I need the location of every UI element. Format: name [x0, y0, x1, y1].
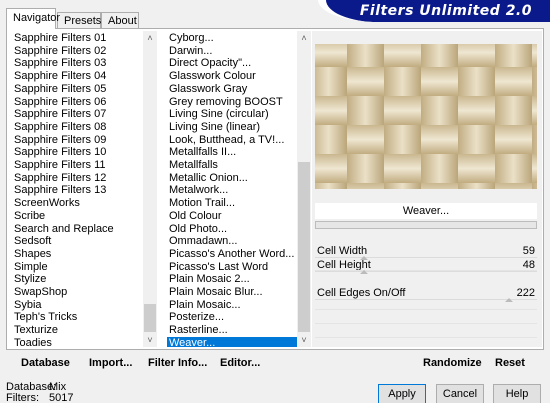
tab-about[interactable]: About [101, 12, 139, 28]
woven-texture-preview [315, 44, 537, 189]
filter-list[interactable]: Cyborg... Darwin... Direct Opacity"... Glas… [167, 31, 297, 347]
slider-marker-icon[interactable] [360, 270, 368, 274]
categories-item[interactable]: Simple [12, 261, 143, 274]
tab-bar: Navigator Presets About [6, 8, 306, 29]
categories-item[interactable]: Sapphire Filters 05 [12, 83, 143, 96]
categories-item[interactable]: Sapphire Filters 12 [12, 172, 143, 185]
filters-item[interactable]: Picasso's Last Word [167, 261, 297, 274]
filters-item[interactable]: Plain Mosaic... [167, 299, 297, 312]
import-button[interactable]: Import... [89, 357, 132, 369]
preview-image [315, 44, 537, 189]
filters-item[interactable]: Plain Mosaic Blur... [167, 286, 297, 299]
filter-scroll-thumb[interactable] [298, 162, 310, 332]
param-cell-width[interactable]: Cell Width 59 [315, 244, 537, 258]
param-value: 59 [522, 245, 535, 257]
param-label: Cell Edges On/Off [317, 287, 406, 299]
filters-item[interactable]: Old Photo... [167, 223, 297, 236]
filters-item[interactable]: Cyborg... [167, 32, 297, 45]
database-button[interactable]: Database [21, 357, 70, 369]
param-cell-edges[interactable]: Cell Edges On/Off 222 [315, 286, 537, 300]
slider-marker-icon[interactable] [360, 256, 368, 260]
categories-item[interactable]: Sedsoft [12, 235, 143, 248]
categories-item[interactable]: SwapShop [12, 286, 143, 299]
categories-item[interactable]: Search and Replace [12, 223, 143, 236]
filters-item[interactable]: Look, Butthead, a TV!... [167, 134, 297, 147]
categories-item[interactable]: Sapphire Filters 13 [12, 184, 143, 197]
categories-item[interactable]: Sapphire Filters 06 [12, 96, 143, 109]
categories-item[interactable]: Texturize [12, 324, 143, 337]
param-value: 222 [516, 287, 535, 299]
categories-item[interactable]: Teph's Tricks [12, 311, 143, 324]
filter-info-button[interactable]: Filter Info... [148, 357, 207, 369]
filters-item[interactable]: Glasswork Gray [167, 83, 297, 96]
scroll-down-icon[interactable]: ˅ [297, 333, 311, 347]
categories-item[interactable]: Sapphire Filters 01 [12, 32, 143, 45]
param-divider [315, 270, 537, 271]
categories-item[interactable]: Sapphire Filters 03 [12, 57, 143, 70]
category-list-scrollbar[interactable]: ˄ ˅ [143, 31, 157, 347]
filters-item[interactable]: Metallic Onion... [167, 172, 297, 185]
filters-item[interactable]: Metallfalls [167, 159, 297, 172]
status-filters-value: 5017 [49, 392, 74, 403]
editor-button[interactable]: Editor... [220, 357, 260, 369]
filters-item[interactable]: Old Colour [167, 210, 297, 223]
scroll-up-icon[interactable]: ˄ [297, 31, 311, 45]
selected-filter-title: Weaver... [315, 203, 537, 219]
categories-item[interactable]: ScreenWorks [12, 197, 143, 210]
filters-item[interactable]: Glasswork Colour [167, 70, 297, 83]
scroll-down-icon[interactable]: ˅ [143, 333, 157, 347]
filters-item[interactable]: Posterize... [167, 311, 297, 324]
category-scroll-thumb[interactable] [144, 304, 156, 332]
tab-presets[interactable]: Presets [57, 12, 101, 28]
param-divider [315, 309, 537, 310]
progress-bar [315, 221, 537, 229]
product-logo-banner: Filters Unlimited 2.0 [318, 0, 550, 22]
filters-item[interactable]: Rasterline... [167, 324, 297, 337]
filters-item[interactable]: Metallfalls II... [167, 146, 297, 159]
filter-list-scrollbar[interactable]: ˄ ˅ [297, 31, 311, 347]
scroll-up-icon[interactable]: ˄ [143, 31, 157, 45]
filters-item[interactable]: Grey removing BOOST [167, 96, 297, 109]
filters-item[interactable]: Weaver... [167, 336, 297, 347]
categories-item[interactable]: Sapphire Filters 10 [12, 146, 143, 159]
cancel-button[interactable]: Cancel [436, 384, 484, 403]
filters-item[interactable]: Metalwork... [167, 184, 297, 197]
categories-item[interactable]: Scribe [12, 210, 143, 223]
categories-item[interactable]: Sapphire Filters 11 [12, 159, 143, 172]
categories-item[interactable]: Sybia [12, 299, 143, 312]
categories-item[interactable]: Stylize [12, 273, 143, 286]
categories-item[interactable]: Sapphire Filters 09 [12, 134, 143, 147]
filters-item[interactable]: Living Sine (circular) [167, 108, 297, 121]
param-divider [315, 323, 537, 324]
categories-item[interactable]: Sapphire Filters 02 [12, 45, 143, 58]
categories-item[interactable]: Toadies [12, 337, 143, 347]
filters-item[interactable]: Picasso's Another Word... [167, 248, 297, 261]
product-logo-text: Filters Unlimited 2.0 [359, 3, 532, 19]
filters-item[interactable]: Living Sine (linear) [167, 121, 297, 134]
filters-item[interactable]: Darwin... [167, 45, 297, 58]
status-filters: Filters: 5017 [6, 392, 73, 403]
categories-item[interactable]: Shapes [12, 248, 143, 261]
filters-item[interactable]: Motion Trail... [167, 197, 297, 210]
filters-item[interactable]: Ommadawn... [167, 235, 297, 248]
filters-item[interactable]: Direct Opacity"... [167, 57, 297, 70]
filters-item[interactable]: Plain Mosaic 2... [167, 273, 297, 286]
reset-button[interactable]: Reset [495, 357, 525, 369]
param-divider [315, 337, 537, 338]
categories-item[interactable]: Sapphire Filters 07 [12, 108, 143, 121]
categories-item[interactable]: Sapphire Filters 04 [12, 70, 143, 83]
randomize-button[interactable]: Randomize [423, 357, 482, 369]
categories-item[interactable]: Sapphire Filters 08 [12, 121, 143, 134]
slider-marker-icon[interactable] [505, 298, 513, 302]
help-button[interactable]: Help [493, 384, 541, 403]
status-filters-label: Filters: [6, 392, 39, 403]
category-list[interactable]: Sapphire Filters 01 Sapphire Filters 02 Sa… [12, 31, 143, 347]
apply-button[interactable]: Apply [378, 384, 426, 403]
tab-navigator[interactable]: Navigator [6, 8, 60, 29]
